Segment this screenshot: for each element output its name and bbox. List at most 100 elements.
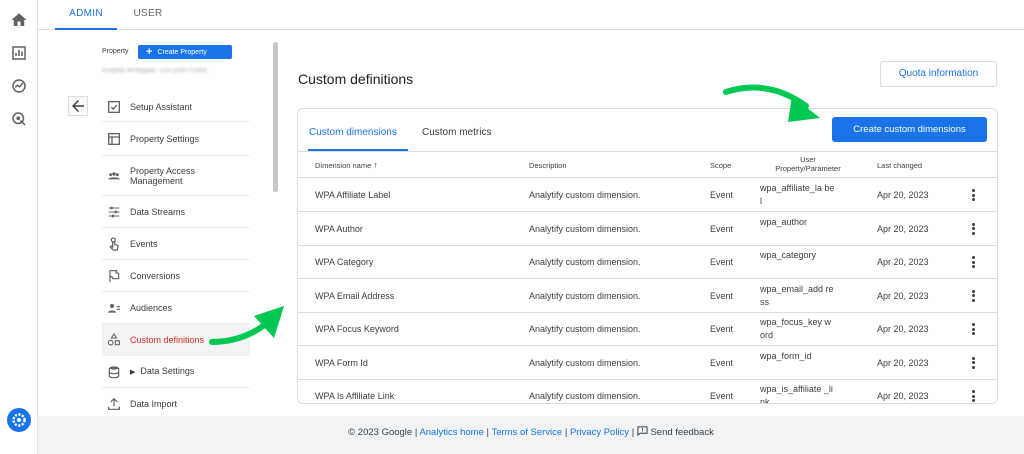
home-icon[interactable] bbox=[10, 11, 28, 29]
nav-label: Setup Assistant bbox=[130, 102, 193, 112]
more-vert-icon[interactable] bbox=[968, 289, 978, 305]
description-cell: Analytify custom dimension. bbox=[529, 290, 641, 301]
more-vert-icon[interactable] bbox=[968, 356, 978, 372]
upload-icon bbox=[108, 397, 120, 410]
table-row[interactable]: WPA Email Address Analytify custom dimens… bbox=[298, 280, 997, 313]
table-row[interactable]: WPA Is Affiliate Link Analytify custom di… bbox=[298, 380, 997, 404]
description-cell: Analytify custom dimension. bbox=[529, 223, 641, 234]
tab-user[interactable]: USER bbox=[122, 0, 174, 30]
description-cell: Analytify custom dimension. bbox=[529, 324, 641, 334]
create-property-button[interactable]: + Create Property bbox=[138, 45, 232, 59]
nav-label: Events bbox=[130, 238, 158, 249]
top-bar: ADMIN USER bbox=[38, 0, 1024, 30]
checkbox-icon bbox=[108, 101, 120, 113]
parameter-cell: wpa_category bbox=[760, 250, 817, 260]
dimension-name-cell: WPA Is Affiliate Link bbox=[315, 391, 395, 401]
gear-icon bbox=[12, 413, 26, 427]
last-changed-cell: Apr 20, 2023 bbox=[877, 223, 929, 234]
nav-item-data-settings[interactable]: ▶ Data Settings bbox=[102, 356, 250, 388]
column-header-last-changed[interactable]: Last changed bbox=[877, 161, 922, 170]
tab-admin[interactable]: ADMIN bbox=[55, 0, 117, 30]
description-cell: Analytify custom dimension. bbox=[529, 357, 641, 368]
nav-item-events[interactable]: Events bbox=[102, 228, 250, 260]
parameter-cell: wpa_is_affiliate _link bbox=[760, 384, 833, 404]
property-label: Property bbox=[102, 48, 129, 55]
create-custom-dimensions-button[interactable]: Create custom dimensions bbox=[832, 117, 987, 142]
nav-item-setup-assistant[interactable]: Setup Assistant bbox=[102, 93, 250, 122]
column-header-dimension-name[interactable]: Dimension name ↑ bbox=[315, 160, 378, 171]
tab-custom-dimensions[interactable]: Custom dimensions bbox=[309, 127, 397, 138]
nav-label: Property Settings bbox=[130, 133, 200, 144]
nav-label: Property Access Management bbox=[130, 165, 196, 186]
footer-separator: | bbox=[564, 427, 568, 438]
description-cell: Analytify custom dimension. bbox=[529, 257, 641, 267]
admin-content: Property + Create Property Analytify-WPB/… bbox=[38, 30, 1024, 416]
sort-arrow-up-icon: ↑ bbox=[373, 160, 378, 170]
table-row[interactable]: WPA Affiliate Label Analytify custom dime… bbox=[298, 179, 997, 212]
last-changed-cell: Apr 20, 2023 bbox=[877, 257, 929, 267]
send-feedback-label: Send feedback bbox=[650, 427, 714, 438]
table-row[interactable]: WPA Form Id Analytify custom dimension. Ev… bbox=[298, 347, 997, 380]
advertising-icon[interactable] bbox=[10, 110, 28, 128]
back-button[interactable] bbox=[68, 96, 88, 116]
nav-item-data-streams[interactable]: Data Streams bbox=[102, 196, 250, 228]
more-vert-icon[interactable] bbox=[968, 255, 978, 271]
privacy-policy-link[interactable]: Privacy Policy bbox=[570, 427, 629, 438]
annotation-arrow-icon bbox=[209, 306, 284, 345]
description-cell: Analytify custom dimension. bbox=[529, 391, 641, 401]
dimension-name-cell: WPA Email Address bbox=[315, 290, 395, 301]
terms-of-service-link[interactable]: Terms of Service bbox=[491, 427, 562, 438]
property-selector[interactable]: Analytify-WPB/gada - Ecn (338771493) bbox=[102, 68, 242, 76]
expand-arrow-icon: ▶ bbox=[130, 368, 136, 376]
property-nav: Property + Create Property Analytify-WPB/… bbox=[54, 42, 278, 416]
last-changed-cell: Apr 20, 2023 bbox=[877, 391, 929, 401]
plus-icon: + bbox=[146, 46, 153, 58]
nav-scrollbar[interactable] bbox=[273, 42, 278, 192]
dimension-name-cell: WPA Focus Keyword bbox=[315, 324, 399, 334]
tab-custom-metrics[interactable]: Custom metrics bbox=[422, 127, 491, 138]
more-vert-icon[interactable] bbox=[968, 222, 978, 238]
create-property-label: Create Property bbox=[157, 49, 207, 56]
footer: © 2023 Google | Analytics home | Terms o… bbox=[38, 416, 1024, 454]
more-vert-icon[interactable] bbox=[968, 188, 978, 204]
reports-icon[interactable] bbox=[10, 44, 28, 62]
nav-label: Custom definitions bbox=[130, 334, 205, 345]
nav-item-conversions[interactable]: Conversions bbox=[102, 260, 250, 292]
explore-icon[interactable] bbox=[10, 77, 28, 95]
more-vert-icon[interactable] bbox=[968, 389, 978, 403]
left-rail bbox=[0, 0, 38, 454]
last-changed-cell: Apr 20, 2023 bbox=[877, 190, 929, 200]
dimension-name-cell: WPA Category bbox=[315, 257, 374, 267]
touch-icon bbox=[109, 236, 119, 251]
shapes-icon bbox=[107, 332, 120, 346]
footer-separator: | bbox=[631, 427, 635, 438]
nav-label: ▶ Data Settings bbox=[130, 366, 194, 378]
nav-item-property-access-management[interactable]: Property Access Management bbox=[102, 156, 250, 196]
arrow-back-icon bbox=[72, 100, 84, 112]
nav-label: Audiences bbox=[130, 302, 173, 313]
column-header-user-property[interactable]: User Property/Parameter bbox=[769, 155, 847, 173]
table-row[interactable]: WPA Author Analytify custom dimension. Eve… bbox=[298, 213, 997, 246]
table-header: Dimension name ↑ Description Scope User … bbox=[298, 151, 997, 178]
group-icon bbox=[108, 171, 120, 179]
analytics-home-link[interactable]: Analytics home bbox=[419, 427, 483, 438]
quota-information-button[interactable]: Quota information bbox=[880, 61, 997, 87]
table-row[interactable]: WPA Category Analytify custom dimension. E… bbox=[298, 246, 997, 279]
admin-settings-button[interactable] bbox=[7, 408, 31, 432]
table-row[interactable]: WPA Focus Keyword Analytify custom dimens… bbox=[298, 313, 997, 346]
nav-label: Data Import bbox=[130, 399, 178, 409]
page-title: Custom definitions bbox=[298, 71, 414, 87]
last-changed-cell: Apr 20, 2023 bbox=[877, 357, 929, 368]
last-changed-cell: Apr 20, 2023 bbox=[877, 290, 929, 301]
send-feedback-link[interactable]: Send feedback bbox=[637, 426, 714, 438]
nav-item-property-settings[interactable]: Property Settings bbox=[102, 122, 250, 156]
description-cell: Analytify custom dimension. bbox=[529, 190, 641, 200]
database-icon bbox=[108, 365, 120, 378]
flag-icon bbox=[109, 269, 120, 282]
parameter-cell: wpa_focus_key word bbox=[760, 317, 832, 340]
column-header-scope[interactable]: Scope bbox=[710, 161, 731, 170]
more-vert-icon[interactable] bbox=[968, 322, 978, 338]
column-header-description[interactable]: Description bbox=[529, 161, 567, 170]
dimension-name-cell: WPA Form Id bbox=[315, 357, 368, 368]
footer-copyright: © 2023 Google | bbox=[348, 427, 418, 438]
